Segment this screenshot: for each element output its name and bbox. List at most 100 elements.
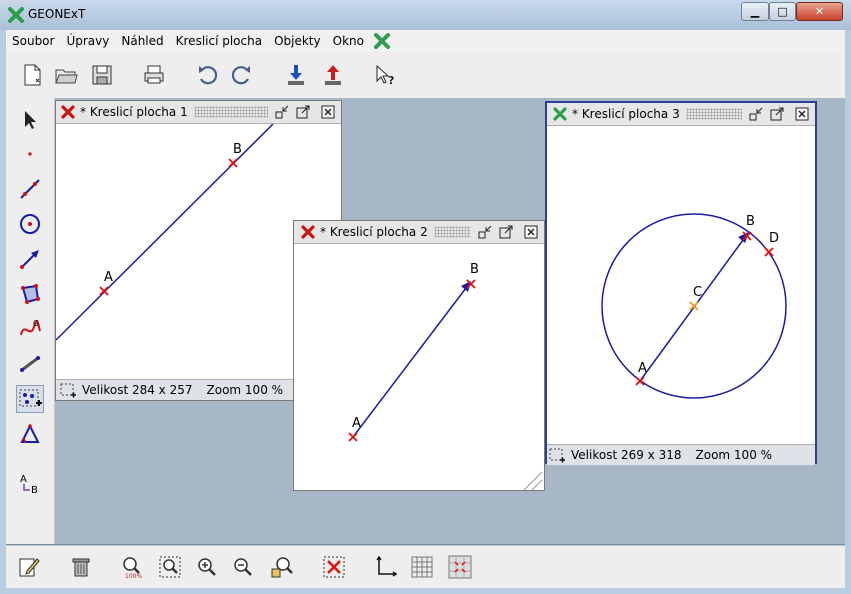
edit-button[interactable] xyxy=(15,553,43,581)
close-button[interactable]: ✕ xyxy=(796,2,843,21)
point-a[interactable] xyxy=(635,376,645,386)
point-c[interactable] xyxy=(689,301,699,311)
close-frame-icon[interactable] xyxy=(552,106,568,122)
circle-tool[interactable] xyxy=(16,210,44,238)
polygon-tool[interactable] xyxy=(16,280,44,308)
zoom-fit-icon xyxy=(159,556,181,578)
main-toolbar: ? xyxy=(6,52,845,99)
close-frame-icon[interactable] xyxy=(300,224,316,240)
drawing-board-1-titlebar[interactable]: * Kreslicí plocha 1 xyxy=(56,101,341,124)
point-a-label: A xyxy=(638,361,647,376)
menu-objekty[interactable]: Objekty xyxy=(268,34,327,48)
close-box-icon xyxy=(524,225,538,239)
drawing-board-3-canvas[interactable]: A B C D xyxy=(547,126,815,443)
minimize-frame-button[interactable] xyxy=(274,104,290,120)
resize-grip-icon[interactable] xyxy=(523,471,543,490)
export-icon xyxy=(325,65,341,85)
board-2-drawing: A B xyxy=(348,262,543,490)
construction-toolbar: G AB xyxy=(6,98,55,544)
minimize-frame-icon xyxy=(749,107,763,121)
select-tool[interactable] xyxy=(16,106,44,134)
minimize-frame-button[interactable] xyxy=(748,106,764,122)
zoom-100-button[interactable]: 100% xyxy=(118,553,146,581)
zoom-fit-button[interactable] xyxy=(156,553,184,581)
vector-ab[interactable] xyxy=(639,239,744,382)
drawing-board-2-canvas[interactable]: A B xyxy=(294,244,544,490)
axes-toggle-button[interactable] xyxy=(372,553,400,581)
angle-tool[interactable] xyxy=(16,420,44,448)
measure-icon xyxy=(20,356,40,372)
undo-button[interactable] xyxy=(193,61,221,89)
zoom-in-button[interactable] xyxy=(193,553,221,581)
close-frame-button[interactable] xyxy=(320,104,336,120)
zoom-box-button[interactable] xyxy=(268,553,296,581)
drawing-board-2-titlebar[interactable]: * Kreslicí plocha 2 xyxy=(294,221,544,244)
line-tool[interactable] xyxy=(16,175,44,203)
new-document-icon xyxy=(24,64,41,86)
point-a[interactable] xyxy=(99,286,109,296)
maximize-frame-button[interactable] xyxy=(769,106,785,122)
vector-ab[interactable] xyxy=(352,287,467,438)
maximize-frame-icon xyxy=(770,107,784,121)
drawing-board-1-title: * Kreslicí plocha 1 xyxy=(80,105,188,119)
svg-text:G: G xyxy=(33,319,39,328)
menu-soubor[interactable]: Soubor xyxy=(6,34,60,48)
grid-toggle-button[interactable] xyxy=(408,553,436,581)
point-a[interactable] xyxy=(348,432,358,442)
maximize-button[interactable]: □ xyxy=(769,2,796,21)
menu-nahled[interactable]: Náhled xyxy=(115,34,169,48)
svg-text:B: B xyxy=(31,485,38,496)
zoom-out-icon xyxy=(234,558,252,576)
point-b[interactable] xyxy=(228,158,238,168)
drawing-board-2[interactable]: * Kreslicí plocha 2 A B xyxy=(293,220,545,491)
save-button[interactable] xyxy=(88,61,116,89)
delete-selection-button[interactable] xyxy=(320,553,348,581)
vector-tool[interactable] xyxy=(16,245,44,273)
import-button[interactable] xyxy=(282,61,310,89)
point-tool[interactable] xyxy=(16,140,44,168)
minimize-frame-button[interactable] xyxy=(477,224,493,240)
close-frame-button[interactable] xyxy=(794,106,810,122)
drawing-board-2-title: * Kreslicí plocha 2 xyxy=(320,225,428,239)
zoom-100-icon: 100% xyxy=(123,557,142,579)
export-button[interactable] xyxy=(319,61,347,89)
open-button[interactable] xyxy=(52,61,80,89)
point-d-label: D xyxy=(769,231,779,246)
title-bar[interactable]: GEONExT ▁ □ ✕ xyxy=(0,0,851,31)
snap-grid-button[interactable] xyxy=(446,553,474,581)
label-tool[interactable]: AB xyxy=(16,470,44,498)
point-d[interactable] xyxy=(764,247,774,257)
point-b-label: B xyxy=(746,214,755,229)
maximize-frame-button[interactable] xyxy=(498,224,514,240)
maximize-frame-button[interactable] xyxy=(295,104,311,120)
grid-icon xyxy=(411,556,433,578)
menu-kreslici-plocha[interactable]: Kreslicí plocha xyxy=(170,34,268,48)
circle-icon xyxy=(20,214,40,234)
print-button[interactable] xyxy=(140,61,168,89)
help-pointer-button[interactable]: ? xyxy=(371,61,399,89)
angle-icon xyxy=(20,423,40,443)
zoom-out-button[interactable] xyxy=(229,553,257,581)
svg-text:?: ? xyxy=(388,74,394,87)
print-icon xyxy=(144,65,164,84)
curve-tool[interactable]: G xyxy=(16,315,44,343)
board-status-icon xyxy=(60,383,76,398)
menu-okno[interactable]: Okno xyxy=(327,34,370,48)
delete-button[interactable] xyxy=(67,553,95,581)
menu-upravy[interactable]: Úpravy xyxy=(60,34,115,48)
geonext-menu-icon[interactable] xyxy=(373,33,390,49)
snap-grid-icon xyxy=(448,555,472,579)
group-points-tool[interactable] xyxy=(16,385,44,413)
redo-button[interactable] xyxy=(228,61,256,89)
drawing-board-3-titlebar[interactable]: * Kreslicí plocha 3 xyxy=(547,103,815,126)
polygon-icon xyxy=(21,284,40,304)
drawing-board-3[interactable]: * Kreslicí plocha 3 A B C D Velikost 269… xyxy=(545,101,817,465)
measure-tool[interactable] xyxy=(16,350,44,378)
close-box-icon xyxy=(321,105,335,119)
close-frame-button[interactable] xyxy=(523,224,539,240)
close-frame-icon[interactable] xyxy=(60,104,76,120)
curve-icon: G xyxy=(20,319,41,336)
minimize-button[interactable]: ▁ xyxy=(741,2,769,21)
new-document-button[interactable] xyxy=(18,61,46,89)
label-icon: AB xyxy=(20,474,38,496)
